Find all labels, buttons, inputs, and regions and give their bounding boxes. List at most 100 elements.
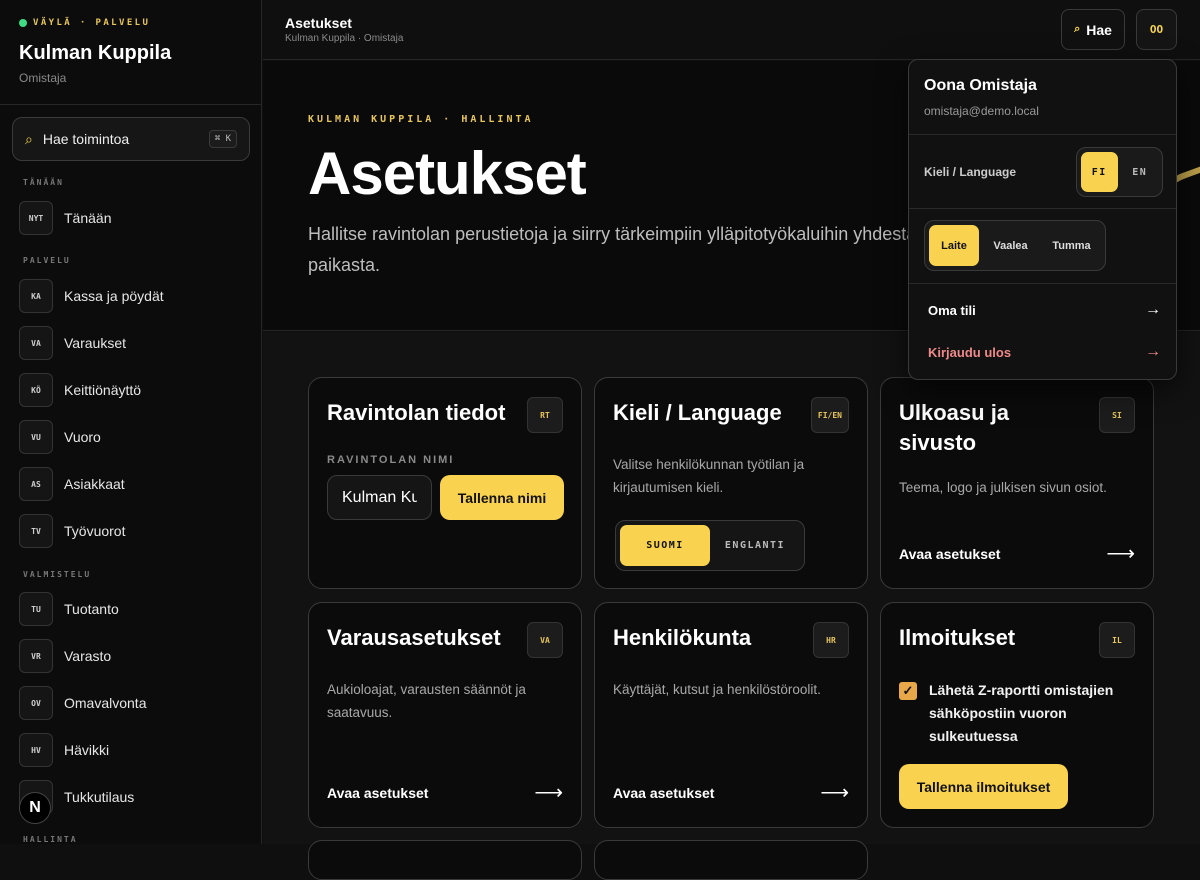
search-button[interactable]: ⌕ Hae xyxy=(1061,9,1125,50)
hero-kicker: KULMAN KUPPILA · HALLINTA xyxy=(308,114,534,125)
menu-divider xyxy=(909,208,1176,209)
menu-divider xyxy=(909,283,1176,284)
sidebar-item-label: Tänään xyxy=(64,210,112,226)
nav-section-prep: VALMISTELU xyxy=(23,570,92,579)
theme-device-button[interactable]: Laite xyxy=(929,225,979,266)
card-description: Käyttäjät, kutsut ja henkilöstöroolit. xyxy=(613,682,821,697)
sidebar-item-label: Hävikki xyxy=(64,742,110,758)
sidebar-item-label: Kassa ja pöydät xyxy=(64,288,164,304)
language-label: Kieli / Language xyxy=(924,165,1017,179)
theme-light-button[interactable]: Vaalea xyxy=(981,225,1040,266)
card-description: Valitse henkilökunnan työtilan ja kirjau… xyxy=(613,457,805,495)
my-account-label: Oma tili xyxy=(928,302,976,318)
restaurant-name-input[interactable] xyxy=(327,475,432,520)
nav-abbr-badge: VR xyxy=(19,639,53,673)
nav-abbr-badge: HV xyxy=(19,733,53,767)
sidebar-item-reservations[interactable]: VA Varaukset xyxy=(19,326,126,360)
card-language: Kieli / Language FI/EN Valitse henkilöku… xyxy=(594,377,868,589)
sidebar-item-label: Keittiönäyttö xyxy=(64,382,142,398)
open-staff-settings-link[interactable]: Avaa asetukset ⟶ xyxy=(613,780,849,805)
sidebar-item-inventory[interactable]: VR Varasto xyxy=(19,639,111,673)
brand-role: Omistaja xyxy=(19,71,67,85)
hero-title: Asetukset xyxy=(308,140,587,207)
user-menu-dropdown: Oona Omistaja omistaja@demo.local Kieli … xyxy=(908,59,1177,380)
card-partial xyxy=(308,840,582,880)
card-staff: Henkilökunta HR Käyttäjät, kutsut ja hen… xyxy=(594,602,868,828)
nav-abbr-badge: NYT xyxy=(19,201,53,235)
card-restaurant-info: Ravintolan tiedot RT RAVINTOLAN NIMI Tal… xyxy=(308,377,582,589)
sidebar: VÄYLÄ · PALVELU Kulman Kuppila Omistaja … xyxy=(0,0,262,844)
nav-abbr-badge: KÖ xyxy=(19,373,53,407)
language-option-english[interactable]: ENGLANTI xyxy=(710,525,800,566)
language-option-finnish[interactable]: SUOMI xyxy=(620,525,710,566)
sidebar-item-today[interactable]: NYT Tänään xyxy=(19,201,111,235)
user-email: omistaja@demo.local xyxy=(924,104,1039,118)
arrow-right-icon: → xyxy=(1145,301,1161,318)
card-badge: FI/EN xyxy=(810,397,849,433)
brand-tagline: VÄYLÄ · PALVELU xyxy=(19,18,150,28)
card-title: Henkilökunta xyxy=(613,625,752,650)
open-reservation-settings-link[interactable]: Avaa asetukset ⟶ xyxy=(327,780,563,805)
restaurant-name-label: RAVINTOLAN NIMI xyxy=(327,454,455,466)
sidebar-item-work-shifts[interactable]: TV Työvuorot xyxy=(19,514,125,548)
nav-abbr-badge: VA xyxy=(19,326,53,360)
nav-section-today: TÄNÄÄN xyxy=(23,178,64,187)
card-title: Varausasetukset xyxy=(327,625,501,650)
nav-abbr-badge: TV xyxy=(19,514,53,548)
z-report-checkbox-row[interactable]: ✓ Lähetä Z-raportti omistajien sähköpost… xyxy=(899,679,1135,748)
link-label: Avaa asetukset xyxy=(613,784,715,801)
arrow-right-icon: → xyxy=(1145,343,1161,360)
theme-dark-button[interactable]: Tumma xyxy=(1042,225,1101,266)
sidebar-item-production[interactable]: TU Tuotanto xyxy=(19,592,119,626)
card-title: Ilmoitukset xyxy=(899,625,1016,650)
link-label: Avaa asetukset xyxy=(327,784,429,801)
brand-name: Kulman Kuppila xyxy=(19,42,172,64)
arrow-right-icon: ⟶ xyxy=(534,782,563,804)
brand-tagline-text: VÄYLÄ · PALVELU xyxy=(33,18,151,28)
command-search-button[interactable]: ⌕ Hae toimintoa ⌘ K xyxy=(12,117,250,161)
status-dot-icon xyxy=(19,19,27,27)
card-description: Teema, logo ja julkisen sivun osiot. xyxy=(899,480,1107,495)
language-en-button[interactable]: EN xyxy=(1122,152,1159,192)
nav-abbr-badge: OV xyxy=(19,686,53,720)
card-badge: IL xyxy=(1099,622,1135,658)
sidebar-item-pos[interactable]: KA Kassa ja pöydät xyxy=(19,279,164,313)
card-appearance: Ulkoasu ja sivusto SI Teema, logo ja jul… xyxy=(880,377,1154,589)
card-notifications: Ilmoitukset IL ✓ Lähetä Z-raportti omist… xyxy=(880,602,1154,828)
open-appearance-settings-link[interactable]: Avaa asetukset ⟶ xyxy=(899,541,1135,566)
language-segmented-control: SUOMI ENGLANTI xyxy=(615,520,805,571)
language-fi-button[interactable]: FI xyxy=(1081,152,1118,192)
sidebar-item-label: Varasto xyxy=(64,648,112,664)
card-partial xyxy=(594,840,868,880)
nav-section-service: PALVELU xyxy=(23,256,71,265)
arrow-right-icon: ⟶ xyxy=(820,782,849,804)
save-name-button[interactable]: Tallenna nimi xyxy=(440,475,564,520)
sidebar-item-waste[interactable]: HV Hävikki xyxy=(19,733,109,767)
card-badge: VA xyxy=(527,622,563,658)
sidebar-item-self-monitoring[interactable]: OV Omavalvonta xyxy=(19,686,146,720)
sidebar-item-label: Varaukset xyxy=(64,335,126,351)
breadcrumb: Kulman Kuppila · Omistaja xyxy=(285,33,404,44)
sidebar-item-label: Tuotanto xyxy=(64,601,119,617)
language-toggle: FI EN xyxy=(1076,147,1163,197)
checkbox-checked-icon[interactable]: ✓ xyxy=(899,682,917,700)
search-button-label: Hae xyxy=(1086,21,1112,38)
card-title: Ravintolan tiedot xyxy=(327,400,506,425)
card-description: Aukioloajat, varausten säännöt ja saatav… xyxy=(327,682,526,720)
hero-subtitle: Hallitse ravintolan perustietoja ja siir… xyxy=(308,224,917,275)
card-badge: HR xyxy=(813,622,849,658)
keyboard-shortcut-badge: ⌘ K xyxy=(208,130,237,148)
logout-link[interactable]: Kirjaudu ulos → xyxy=(928,343,1161,361)
search-icon: ⌕ xyxy=(25,130,33,147)
nav-abbr-badge: TU xyxy=(19,592,53,626)
save-notifications-button[interactable]: Tallenna ilmoitukset xyxy=(899,764,1068,809)
user-avatar-button[interactable]: OO xyxy=(1136,9,1177,50)
sidebar-item-customers[interactable]: AS Asiakkaat xyxy=(19,467,125,501)
sidebar-divider xyxy=(0,104,261,105)
card-badge: RT xyxy=(527,397,563,433)
sidebar-item-shift[interactable]: VU Vuoro xyxy=(19,420,101,454)
dev-tools-badge[interactable]: N xyxy=(19,792,51,824)
sidebar-item-kitchen-display[interactable]: KÖ Keittiönäyttö xyxy=(19,373,141,407)
my-account-link[interactable]: Oma tili → xyxy=(928,301,1161,319)
page-title: Asetukset xyxy=(285,15,352,31)
